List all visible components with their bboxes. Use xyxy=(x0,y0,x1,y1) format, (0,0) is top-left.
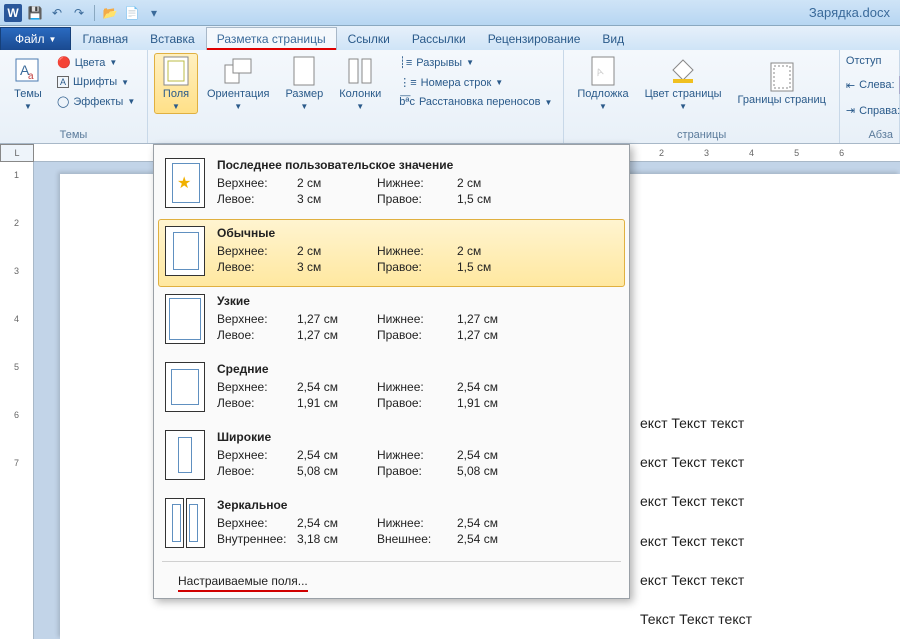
margin-thumb-icon: ★ xyxy=(165,158,205,208)
margins-icon xyxy=(161,56,191,86)
undo-icon[interactable]: ↶ xyxy=(48,4,66,22)
margin-title: Зеркальное xyxy=(217,498,618,512)
tab-page-layout[interactable]: Разметка страницы xyxy=(206,27,337,50)
custom-margins-button[interactable]: Настраиваемые поля... xyxy=(154,564,629,598)
star-icon: ★ xyxy=(177,173,191,193)
tab-mailings[interactable]: Рассылки xyxy=(401,27,477,50)
margin-option-2[interactable]: УзкиеВерхнее:1,27 смНижнее:1,27 смЛевое:… xyxy=(154,287,629,355)
svg-text:a: a xyxy=(28,71,34,82)
qat-sep xyxy=(94,5,95,21)
ribbon-tabs: Файл▼ Главная Вставка Разметка страницы … xyxy=(0,26,900,50)
tab-insert[interactable]: Вставка xyxy=(139,27,206,50)
indent-left-icon: ⇤ xyxy=(846,79,855,92)
theme-colors-button[interactable]: 🔴Цвета▼ xyxy=(52,53,140,72)
margin-option-0[interactable]: ★ Последнее пользовательское значениеВерх… xyxy=(154,151,629,219)
margin-option-1[interactable]: ОбычныеВерхнее:2 смНижнее:2 смЛевое:3 см… xyxy=(158,219,625,287)
save-icon[interactable]: 💾 xyxy=(26,4,44,22)
page-color-button[interactable]: Цвет страницы▼ xyxy=(638,53,729,114)
open-icon[interactable]: 📂 xyxy=(101,4,119,22)
group-label-themes: Темы xyxy=(6,127,141,141)
new-icon[interactable]: 📄 xyxy=(123,4,141,22)
group-label-page-setup xyxy=(154,127,557,141)
tab-references[interactable]: Ссылки xyxy=(337,27,401,50)
size-icon xyxy=(289,56,319,86)
indent-right-icon: ⇥ xyxy=(846,104,855,117)
fonts-icon: A xyxy=(57,76,69,88)
indent-left-label: Слева: xyxy=(859,79,894,91)
word-app-icon: W xyxy=(4,4,22,22)
group-page-setup: Поля▼ Ориентация▼ Размер▼ Колонки▼ ┊≡Раз… xyxy=(148,50,564,143)
theme-effects-button[interactable]: ◯Эффекты▼ xyxy=(52,92,140,111)
group-themes: Aa Темы▼ 🔴Цвета▼ AШрифты▼ ◯Эффекты▼ Темы xyxy=(0,50,148,143)
effects-icon: ◯ xyxy=(57,95,69,108)
margin-desc: Последнее пользовательское значениеВерхн… xyxy=(217,158,618,208)
watermark-button[interactable]: A Подложка▼ xyxy=(570,53,635,114)
group-label-spacing-cut: Абза xyxy=(846,127,893,141)
titlebar: W 💾 ↶ ↷ 📂 📄 ▾ Зарядка.docx xyxy=(0,0,900,26)
page-borders-icon xyxy=(767,62,797,92)
breaks-icon: ┊≡ xyxy=(399,56,412,69)
size-button[interactable]: Размер▼ xyxy=(278,53,330,114)
margin-option-5[interactable]: ЗеркальноеВерхнее:2,54 смНижнее:2,54 смВ… xyxy=(154,491,629,559)
redo-icon[interactable]: ↷ xyxy=(70,4,88,22)
margin-option-3[interactable]: СредниеВерхнее:2,54 смНижнее:2,54 смЛево… xyxy=(154,355,629,423)
margin-thumb-icon xyxy=(165,226,205,276)
document-body-text: екст Текст текст екст Текст текст екст Т… xyxy=(640,404,752,639)
tab-view[interactable]: Вид xyxy=(591,27,635,50)
indent-right-label: Справа: xyxy=(859,105,900,117)
indent-title: Отступ xyxy=(846,53,893,69)
margin-desc: ЗеркальноеВерхнее:2,54 смНижнее:2,54 смВ… xyxy=(217,498,618,548)
chevron-down-icon: ▼ xyxy=(49,35,57,44)
orientation-icon xyxy=(223,56,253,86)
vertical-ruler[interactable]: 1234567 xyxy=(0,162,34,639)
margin-title: Широкие xyxy=(217,430,618,444)
quick-access-toolbar: 💾 ↶ ↷ 📂 📄 ▾ xyxy=(26,4,163,22)
tab-review[interactable]: Рецензирование xyxy=(477,27,592,50)
margin-thumb-icon xyxy=(165,498,205,548)
margin-desc: ШирокиеВерхнее:2,54 смНижнее:2,54 смЛево… xyxy=(217,430,618,480)
margin-thumb-icon xyxy=(165,362,205,412)
tab-home[interactable]: Главная xyxy=(71,27,139,50)
theme-fonts-button[interactable]: AШрифты▼ xyxy=(52,73,140,91)
margin-desc: УзкиеВерхнее:1,27 смНижнее:1,27 смЛевое:… xyxy=(217,294,618,344)
line-numbers-button[interactable]: ⋮≡Номера строк▼ xyxy=(394,73,557,92)
columns-icon xyxy=(345,56,375,86)
page-borders-button[interactable]: Границы страниц xyxy=(731,53,833,114)
tab-file[interactable]: Файл▼ xyxy=(0,27,71,50)
margins-button[interactable]: Поля▼ xyxy=(154,53,198,114)
margin-title: Узкие xyxy=(217,294,618,308)
margin-title: Обычные xyxy=(217,226,618,240)
qat-customize-icon[interactable]: ▾ xyxy=(145,4,163,22)
margin-desc: СредниеВерхнее:2,54 смНижнее:2,54 смЛево… xyxy=(217,362,618,412)
document-title: Зарядка.docx xyxy=(809,5,890,20)
hyphenation-button[interactable]: b͞ªcРасстановка переносов▼ xyxy=(394,93,557,111)
margin-option-4[interactable]: ШирокиеВерхнее:2,54 смНижнее:2,54 смЛево… xyxy=(154,423,629,491)
columns-button[interactable]: Колонки▼ xyxy=(332,53,388,114)
margin-thumb-icon xyxy=(165,430,205,480)
group-page-background: A Подложка▼ Цвет страницы▼ Границы стран… xyxy=(564,50,840,143)
themes-icon: Aa xyxy=(13,56,43,86)
group-label-page-bg: страницы xyxy=(570,127,833,141)
margin-desc: ОбычныеВерхнее:2 смНижнее:2 смЛевое:3 см… xyxy=(217,226,618,276)
page-color-icon xyxy=(668,56,698,86)
margin-title: Последнее пользовательское значение xyxy=(217,158,618,172)
group-indent: Отступ ⇤ Слева: ▲▼ ⇥ Справа: ▲▼ Абза xyxy=(840,50,900,143)
margin-thumb-icon xyxy=(165,294,205,344)
watermark-icon: A xyxy=(588,56,618,86)
ruler-corner[interactable]: L xyxy=(0,144,34,162)
hyphenation-icon: b͞ªc xyxy=(399,96,415,108)
line-numbers-icon: ⋮≡ xyxy=(399,76,416,89)
orientation-button[interactable]: Ориентация▼ xyxy=(200,53,276,114)
breaks-button[interactable]: ┊≡Разрывы▼ xyxy=(394,53,557,72)
colors-icon: 🔴 xyxy=(57,56,71,69)
dropdown-separator xyxy=(162,561,621,562)
ribbon: Aa Темы▼ 🔴Цвета▼ AШрифты▼ ◯Эффекты▼ Темы… xyxy=(0,50,900,144)
margins-dropdown: ★ Последнее пользовательское значениеВерх… xyxy=(153,144,630,599)
themes-button[interactable]: Aa Темы▼ xyxy=(6,53,50,114)
margin-title: Средние xyxy=(217,362,618,376)
